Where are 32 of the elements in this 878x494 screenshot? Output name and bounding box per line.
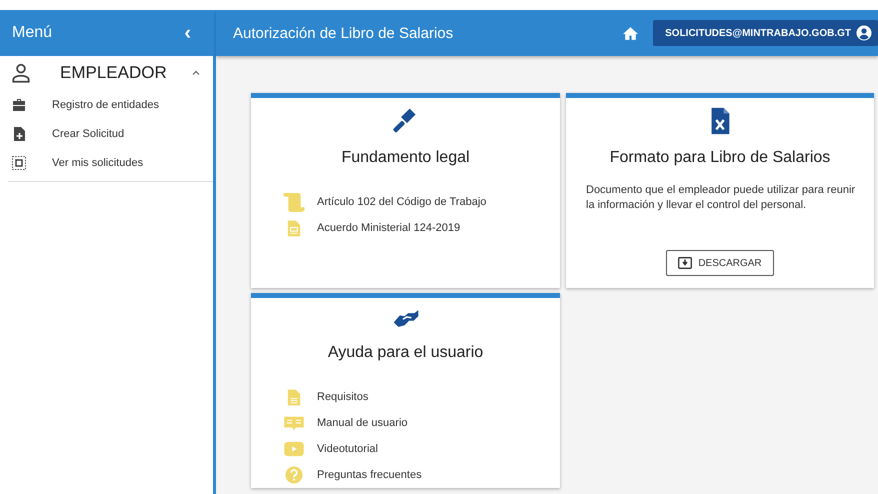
page-title: Autorización de Libro de Salarios	[233, 24, 454, 42]
resource-link[interactable]: Videotutorial	[317, 443, 378, 455]
person-icon	[10, 62, 32, 84]
document-icon	[287, 218, 301, 238]
download-button[interactable]: DESCARGAR	[666, 250, 774, 276]
menu-item[interactable]: Crear Solicitud	[52, 128, 124, 140]
menu-item[interactable]: Ver mis solicitudes	[52, 156, 144, 168]
selection-icon	[11, 154, 27, 170]
resource-link[interactable]: Acuerdo Ministerial 124-2019	[317, 222, 460, 234]
document-icon	[287, 388, 301, 406]
file-plus-icon	[11, 126, 27, 142]
resource-link[interactable]: Requisitos	[317, 391, 368, 403]
account-icon	[856, 25, 872, 41]
briefcase-icon	[11, 96, 27, 112]
menu-title: Menú	[12, 24, 52, 42]
help-icon	[285, 466, 303, 484]
video-icon	[283, 441, 305, 457]
section-label: EMPLEADOR	[60, 63, 168, 83]
collapse-button[interactable]: ‹	[184, 22, 191, 44]
resource-link[interactable]: Artículo 102 del Código de Trabajo	[317, 196, 486, 208]
card-title: Ayuda para el usuario	[328, 344, 484, 362]
card-title: Fundamento legal	[341, 149, 470, 167]
home-icon[interactable]	[622, 24, 640, 42]
menu-item[interactable]: Registro de entidades	[52, 98, 160, 110]
section-header[interactable]: EMPLEADOR	[0, 56, 213, 90]
scroll-icon	[282, 192, 306, 212]
user-button[interactable]: SOLICITUDES@MINTRABAJO.GOB.GT	[653, 20, 878, 46]
resource-link[interactable]: Preguntas frecuentes	[317, 469, 422, 481]
download-icon	[678, 257, 692, 269]
card-description: Documento que el empleador puede utilizar para reunir la información y llevar el control del personal.	[586, 183, 856, 213]
card-title: Formato para Libro de Salarios	[610, 149, 830, 167]
resource-link[interactable]: Manual de usuario	[317, 417, 408, 429]
